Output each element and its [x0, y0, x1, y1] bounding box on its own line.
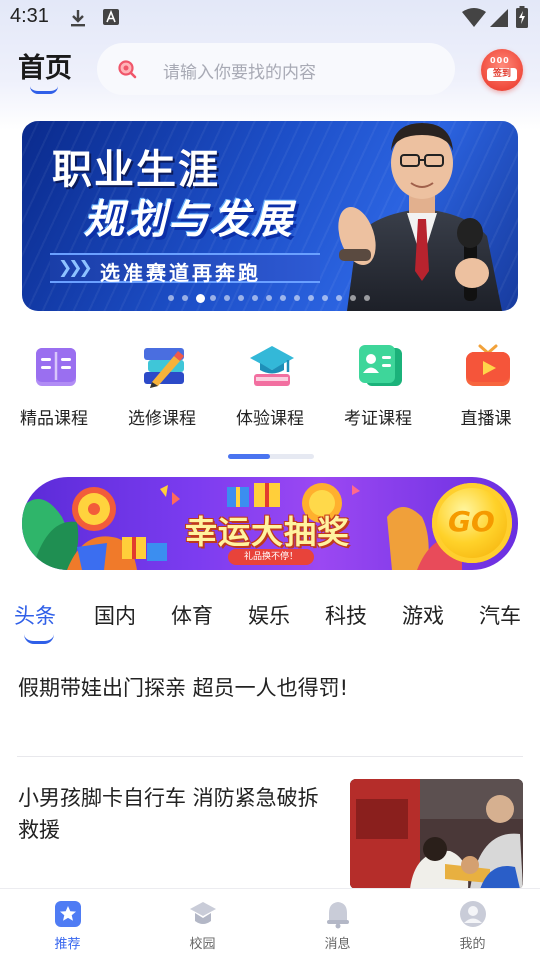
- carousel-dot[interactable]: [196, 294, 205, 303]
- category-pager: [228, 454, 314, 459]
- category-pager-indicator: [228, 454, 270, 459]
- carousel-dot[interactable]: [224, 295, 230, 301]
- star-icon: [55, 901, 81, 927]
- nav-messages[interactable]: 消息: [270, 889, 405, 960]
- checkin-button[interactable]: 000 签到: [481, 49, 523, 91]
- news-item-2-title-line2[interactable]: 救援: [18, 814, 60, 846]
- carousel-dot[interactable]: [280, 295, 286, 301]
- lucky-draw-subtitle: 礼品换不停！: [228, 549, 314, 565]
- go-coin-icon: GO: [432, 483, 512, 563]
- tab-cars[interactable]: 汽车: [479, 600, 521, 630]
- news-thumbnail-image: [350, 779, 523, 889]
- nav-label: 消息: [324, 937, 351, 952]
- tv-play-icon: [466, 344, 510, 386]
- page-title: 首页: [18, 53, 72, 84]
- lucky-draw-title: 幸运大抽奖: [185, 513, 351, 551]
- graduation-cap-icon: [250, 346, 294, 386]
- category-label: 精品课程: [20, 409, 88, 429]
- arrows-icon: ❯❯❯: [58, 258, 93, 278]
- checkin-top-text: 000: [490, 56, 510, 65]
- news-divider: [17, 756, 523, 757]
- id-card-icon: [359, 345, 402, 386]
- nav-profile[interactable]: 我的: [405, 889, 540, 960]
- status-bar: 4:31: [0, 0, 540, 36]
- news-item-2-title-line1[interactable]: 小男孩脚卡自行车 消防紧急破拆: [18, 782, 319, 814]
- carousel-dot[interactable]: [336, 295, 342, 301]
- carousel-dot[interactable]: [308, 295, 314, 301]
- nav-recommend[interactable]: 推荐: [0, 889, 135, 960]
- user-icon: [460, 901, 486, 927]
- category-label: 选修课程: [128, 409, 196, 429]
- search-input[interactable]: 请输入你要找的内容: [97, 43, 455, 95]
- tab-domestic[interactable]: 国内: [94, 600, 136, 630]
- carousel-dot[interactable]: [350, 295, 356, 301]
- banner-title-line2: 规划与发展: [84, 197, 294, 243]
- active-tab-indicator: [24, 634, 54, 644]
- category-elective-courses[interactable]: 选修课程: [112, 338, 212, 430]
- carousel-dot[interactable]: [182, 295, 188, 301]
- category-certificate-courses[interactable]: 考证课程: [328, 338, 428, 430]
- carousel-dot[interactable]: [238, 295, 244, 301]
- category-label: 考证课程: [344, 409, 412, 429]
- wifi-icon: [462, 8, 486, 27]
- banner-ribbon: ❯❯❯ 选准赛道再奔跑: [50, 253, 320, 285]
- tab-headlines[interactable]: 头条: [14, 600, 56, 630]
- nav-label: 推荐: [54, 937, 81, 952]
- news-item-1-title[interactable]: 假期带娃出门探亲 超员一人也得罚!: [18, 672, 348, 704]
- books-pencil-icon: [144, 348, 184, 388]
- carousel-dot[interactable]: [266, 295, 272, 301]
- download-icon: [71, 10, 85, 27]
- tab-entertainment[interactable]: 娱乐: [248, 600, 290, 630]
- status-time: 4:31: [10, 5, 49, 27]
- nav-label: 校园: [189, 937, 216, 952]
- carousel-dot[interactable]: [252, 295, 258, 301]
- tab-sports[interactable]: 体育: [171, 600, 213, 630]
- category-premium-courses[interactable]: 精品课程: [4, 338, 104, 430]
- bell-icon: [327, 902, 349, 929]
- carousel-dot[interactable]: [322, 295, 328, 301]
- nav-label: 我的: [459, 937, 486, 952]
- carousel-dot[interactable]: [294, 295, 300, 301]
- search-icon: [118, 60, 137, 79]
- carousel-dot[interactable]: [210, 295, 216, 301]
- category-label: 体验课程: [236, 409, 304, 429]
- tab-technology[interactable]: 科技: [325, 600, 367, 630]
- search-placeholder: 请输入你要找的内容: [163, 63, 316, 83]
- title-underline: [30, 86, 58, 94]
- app-notification-icon: [103, 9, 119, 25]
- campus-icon: [190, 902, 216, 924]
- carousel-dot[interactable]: [168, 295, 174, 301]
- banner-carousel[interactable]: 职业生涯 规划与发展 ❯❯❯ 选准赛道再奔跑: [22, 121, 518, 311]
- book-open-icon: [36, 348, 76, 386]
- bottom-navigation: 推荐 校园 消息 我的: [0, 888, 540, 960]
- news-item-2-thumbnail[interactable]: [350, 779, 523, 889]
- category-trial-courses[interactable]: 体验课程: [220, 338, 320, 430]
- category-label: 直播课: [460, 409, 512, 429]
- battery-icon: [516, 6, 528, 28]
- banner-subtitle: 选准赛道再奔跑: [100, 261, 261, 285]
- tab-games[interactable]: 游戏: [402, 600, 444, 630]
- banner-person-image: [338, 123, 502, 311]
- go-text: GO: [448, 505, 495, 538]
- category-live-courses[interactable]: 直播课: [436, 338, 536, 430]
- checkin-label: 签到: [487, 68, 517, 81]
- lucky-draw-banner[interactable]: 幸运大抽奖 礼品换不停！ GO: [22, 477, 518, 570]
- signal-icon: [490, 9, 508, 27]
- carousel-dot[interactable]: [364, 295, 370, 301]
- nav-campus[interactable]: 校园: [135, 889, 270, 960]
